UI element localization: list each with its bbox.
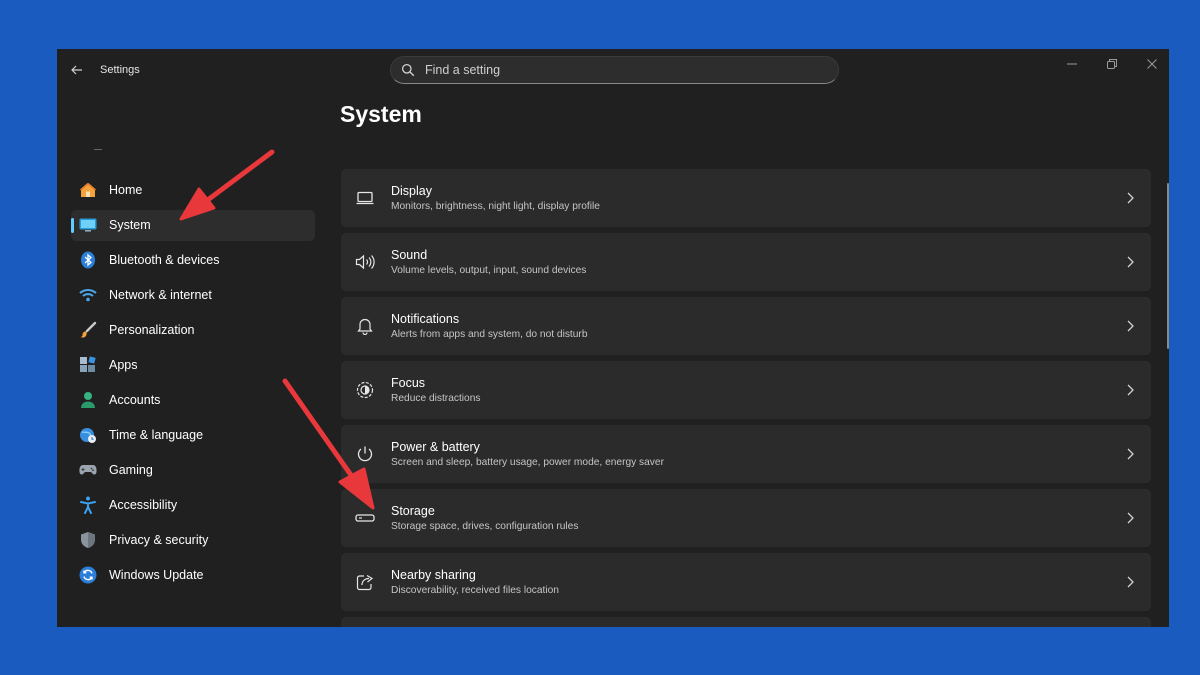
sidebar-item-bluetooth[interactable]: Bluetooth & devices [71,245,315,276]
settings-card-display[interactable]: Display Monitors, brightness, night ligh… [341,169,1151,227]
card-title: Sound [391,248,428,262]
bluetooth-icon [79,251,97,269]
card-subtitle: Reduce distractions [391,393,481,404]
system-icon [79,216,97,234]
sidebar-item-windows-update[interactable]: Windows Update [71,560,315,591]
divider [94,149,102,150]
card-subtitle: Storage space, drives, configuration rul… [391,521,579,532]
sidebar-item-gaming[interactable]: Gaming [71,455,315,486]
settings-card-sound[interactable]: Sound Volume levels, output, input, soun… [341,233,1151,291]
sidebar-item-network[interactable]: Network & internet [71,280,315,311]
sidebar-item-system[interactable]: System [71,210,315,241]
sidebar-item-home[interactable]: Home [71,175,315,206]
settings-window: Settings Find a setting Home System Blue… [57,49,1169,627]
person-icon [79,391,97,409]
card-title: Notifications [391,312,460,326]
storage-icon [355,509,375,527]
card-title: Power & battery [391,440,480,454]
title-bar: Settings [57,49,1169,91]
restore-icon [1107,59,1117,69]
home-icon [79,181,97,199]
sidebar-item-accessibility[interactable]: Accessibility [71,490,315,521]
maximize-button[interactable] [1098,55,1126,73]
minimize-button[interactable] [1058,55,1086,73]
card-subtitle: Alerts from apps and system, do not dist… [391,329,588,340]
search-input[interactable] [425,61,825,79]
settings-card-focus[interactable]: Focus Reduce distractions [341,361,1151,419]
selection-indicator [71,218,74,233]
sidebar-item-label: Accessibility [109,498,178,512]
display-icon [355,189,375,207]
card-subtitle: Monitors, brightness, night light, displ… [391,201,600,212]
speaker-icon [355,253,375,271]
search-box[interactable] [390,56,839,84]
close-button[interactable] [1138,55,1166,73]
sidebar-item-label: System [109,218,151,232]
chevron-right-icon [1127,256,1134,268]
close-icon [1147,59,1157,69]
sidebar-item-privacy[interactable]: Privacy & security [71,525,315,556]
sidebar-item-label: Privacy & security [109,533,209,547]
scrollbar[interactable] [1167,183,1169,349]
power-icon [355,445,375,463]
card-title: Nearby sharing [391,568,476,582]
settings-card-notifications[interactable]: Notifications Alerts from apps and syste… [341,297,1151,355]
update-icon [79,566,97,584]
shield-icon [79,531,97,549]
chevron-right-icon [1127,192,1134,204]
chevron-right-icon [1127,576,1134,588]
sidebar-item-time-language[interactable]: Time & language [71,420,315,451]
settings-card-nearby-sharing[interactable]: Nearby sharing Discoverability, received… [341,553,1151,611]
sidebar-item-personalization[interactable]: Personalization [71,315,315,346]
sidebar-item-label: Time & language [109,428,204,442]
minimize-icon [1067,63,1077,65]
settings-card-partial[interactable] [341,617,1151,627]
app-title: Settings [100,64,140,76]
brush-icon [79,321,97,339]
sidebar-item-label: Personalization [109,323,195,337]
sidebar-item-label: Bluetooth & devices [109,253,220,267]
sidebar-item-label: Network & internet [109,288,212,302]
wifi-icon [79,286,97,304]
sidebar-item-label: Windows Update [109,568,204,582]
sidebar-item-label: Apps [109,358,138,372]
back-button[interactable] [67,61,87,79]
chevron-right-icon [1127,320,1134,332]
card-title: Storage [391,504,435,518]
apps-icon [79,356,97,374]
sidebar-item-label: Gaming [109,463,153,477]
accessibility-icon [79,496,97,514]
card-title: Display [391,184,432,198]
card-subtitle: Discoverability, received files location [391,585,559,596]
bell-icon [355,317,375,335]
share-icon [355,573,375,591]
chevron-right-icon [1127,384,1134,396]
sidebar-item-label: Home [109,183,143,197]
card-subtitle: Volume levels, output, input, sound devi… [391,265,587,276]
card-title: Focus [391,376,426,390]
sidebar-item-accounts[interactable]: Accounts [71,385,315,416]
card-subtitle: Screen and sleep, battery usage, power m… [391,457,664,468]
globe-clock-icon [79,426,97,444]
settings-card-power-battery[interactable]: Power & battery Screen and sleep, batter… [341,425,1151,483]
chevron-right-icon [1127,512,1134,524]
page-title: System [340,101,422,127]
sidebar-item-label: Accounts [109,393,161,407]
settings-card-storage[interactable]: Storage Storage space, drives, configura… [341,489,1151,547]
sidebar-item-apps[interactable]: Apps [71,350,315,381]
back-arrow-icon [71,65,82,75]
focus-icon [355,381,375,399]
gamepad-icon [79,461,97,479]
search-icon [401,63,415,77]
chevron-right-icon [1127,448,1134,460]
